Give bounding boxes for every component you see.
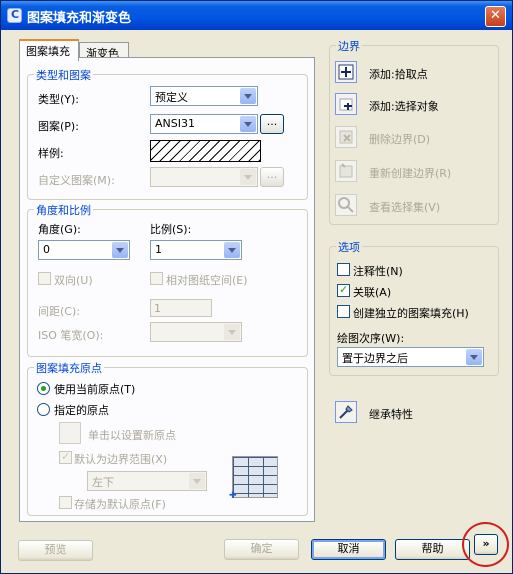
separate-hatch-label: 创建独立的图案填充(H): [353, 307, 469, 320]
click-set-origin-label: 单击以设置新原点: [88, 429, 176, 442]
boundary-title: 边界: [336, 38, 362, 54]
iso-pen-label: ISO 笔宽(O):: [38, 329, 104, 342]
use-current-origin-label: 使用当前原点(T): [54, 383, 136, 396]
custom-pattern-browse-button[interactable]: ...: [260, 167, 284, 187]
scale-label: 比例(S):: [150, 223, 192, 236]
options-title: 选项: [336, 239, 362, 255]
pick-point-label[interactable]: 添加:拾取点: [369, 66, 428, 82]
annotative-label: 注释性(N): [353, 265, 403, 278]
custom-pattern-select[interactable]: [150, 167, 258, 187]
sample-label: 样例:: [38, 147, 64, 160]
recreate-boundary-icon[interactable]: [335, 160, 357, 182]
chevron-down-icon: [240, 116, 256, 132]
cancel-button[interactable]: 取消: [311, 539, 386, 560]
chevron-down-icon: [189, 473, 205, 489]
title-bar: 图案填充和渐变色 ✕: [1, 1, 512, 30]
app-icon: [7, 8, 22, 23]
chevron-down-icon: [112, 242, 128, 258]
double-label: 双向(U): [54, 274, 93, 287]
origin-position-select[interactable]: 左下: [87, 471, 207, 491]
chevron-down-icon: [224, 242, 240, 258]
angle-scale-title: 角度和比例: [34, 202, 93, 218]
default-boundary-checkbox[interactable]: [59, 450, 72, 464]
store-default-origin-label: 存储为默认原点(F): [74, 498, 166, 511]
type-value: 预定义: [155, 91, 188, 104]
origin-position-value: 左下: [92, 476, 114, 489]
origin-preview-icon: ✚: [229, 456, 278, 501]
draw-order-value: 置于边界之后: [342, 352, 408, 365]
remove-boundary-label[interactable]: 删除边界(D): [369, 131, 430, 147]
inherit-properties-icon[interactable]: [335, 401, 357, 423]
angle-value: 0: [43, 243, 50, 256]
relative-paper-label: 相对图纸空间(E): [166, 274, 248, 287]
spacing-value: 1: [154, 302, 161, 315]
chevron-down-icon: [224, 324, 240, 340]
scale-value: 1: [155, 243, 162, 256]
help-button[interactable]: 帮助: [395, 539, 470, 560]
spacing-label: 间距(C):: [38, 305, 80, 318]
select-objects-label[interactable]: 添加:选择对象: [369, 98, 439, 114]
angle-label: 角度(G):: [38, 223, 81, 236]
preview-button[interactable]: 预览: [18, 540, 93, 561]
specified-origin-radio[interactable]: [37, 403, 50, 416]
spacing-input[interactable]: 1: [150, 299, 212, 317]
draw-order-label: 绘图次序(W):: [337, 332, 405, 345]
specified-origin-label: 指定的原点: [54, 404, 109, 417]
angle-select[interactable]: 0: [38, 240, 130, 260]
origin-point-icon: ✚: [229, 491, 237, 501]
pick-point-icon[interactable]: [335, 61, 357, 83]
tab-hatch-label: 图案填充: [26, 45, 70, 58]
default-boundary-label: 默认为边界范围(X): [74, 453, 168, 466]
chevron-down-icon: [240, 169, 256, 185]
associative-checkbox[interactable]: [337, 283, 350, 297]
draw-order-select[interactable]: 置于边界之后: [337, 347, 484, 367]
remove-boundary-icon[interactable]: [335, 126, 357, 148]
relative-paper-checkbox[interactable]: [150, 272, 163, 285]
origin-title: 图案填充原点: [34, 360, 104, 376]
use-current-origin-radio[interactable]: [37, 382, 50, 395]
custom-pattern-label: 自定义图案(M):: [38, 174, 115, 187]
recreate-boundary-label[interactable]: 重新创建边界(R): [369, 165, 451, 181]
annotative-checkbox[interactable]: [337, 263, 350, 276]
set-origin-icon[interactable]: [59, 422, 81, 444]
pattern-value: ANSI31: [155, 117, 195, 130]
iso-pen-select[interactable]: [150, 322, 242, 342]
view-selection-icon[interactable]: [335, 194, 357, 216]
inherit-properties-label[interactable]: 继承特性: [369, 406, 413, 422]
scale-select[interactable]: 1: [150, 240, 242, 260]
store-default-origin-checkbox[interactable]: [59, 496, 72, 509]
more-options-button[interactable]: »: [474, 534, 498, 555]
tab-hatch[interactable]: 图案填充: [19, 39, 79, 61]
separate-hatch-checkbox[interactable]: [337, 305, 350, 318]
select-objects-icon[interactable]: [335, 93, 357, 115]
chevron-down-icon: [240, 88, 256, 104]
close-button[interactable]: ✕: [485, 6, 506, 27]
type-label: 类型(Y):: [38, 93, 80, 106]
ok-button[interactable]: 确定: [224, 539, 299, 560]
type-pattern-title: 类型和图案: [34, 67, 93, 83]
hatch-dialog: 图案填充和渐变色 ✕ 图案填充 渐变色 类型和图案 角度和比例 图案填充原点 类…: [0, 0, 513, 574]
pattern-browse-button[interactable]: ...: [260, 114, 284, 134]
type-select[interactable]: 预定义: [150, 86, 258, 106]
pattern-select[interactable]: ANSI31: [150, 114, 258, 134]
pattern-label: 图案(P):: [38, 120, 79, 133]
window-title: 图案填充和渐变色: [27, 11, 132, 26]
associative-label: 关联(A): [353, 286, 392, 299]
view-selection-label[interactable]: 查看选择集(V): [369, 199, 440, 215]
hatch-sample-swatch[interactable]: [150, 140, 261, 162]
chevron-down-icon: [466, 349, 482, 365]
double-checkbox[interactable]: [38, 272, 51, 285]
